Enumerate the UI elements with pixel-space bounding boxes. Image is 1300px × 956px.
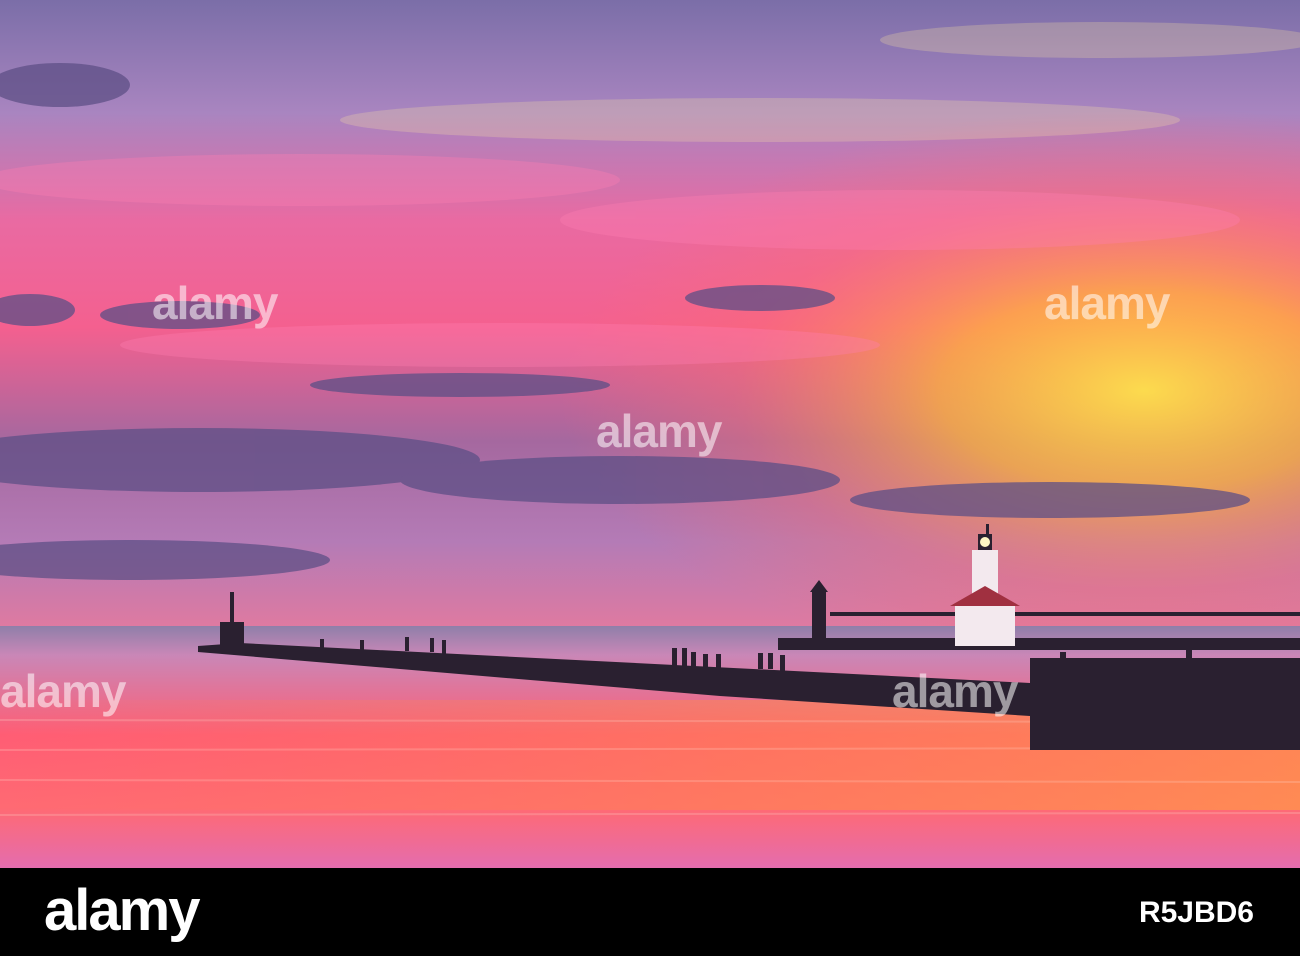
watermark: alamy (596, 405, 722, 457)
watermark: alamy (1044, 277, 1170, 329)
watermark: alamy (152, 277, 278, 329)
image-id: R5JBD6 (1138, 896, 1254, 929)
stock-photo: alamy alamy alamy alamy alamy alamy R5JB… (0, 0, 1300, 956)
footer-logo[interactable]: alamy (44, 882, 200, 940)
footer-bar: alamy R5JBD6 (0, 868, 1300, 956)
watermark: alamy (892, 665, 1018, 717)
watermark: alamy (0, 665, 126, 717)
